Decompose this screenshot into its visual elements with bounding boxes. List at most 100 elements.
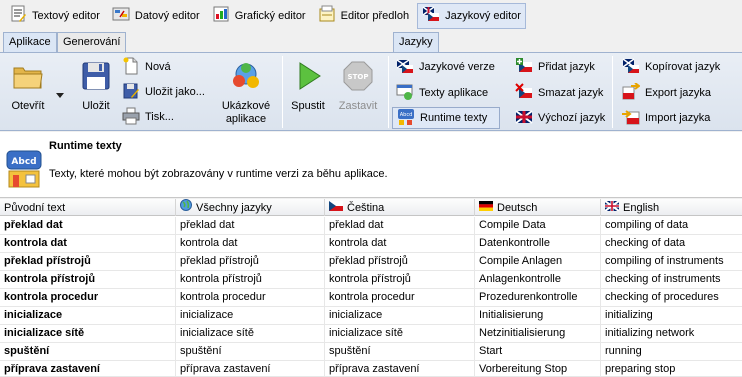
play-icon <box>291 59 325 97</box>
stop-button[interactable]: STOP Zastavit <box>335 59 381 113</box>
cell-english[interactable]: initializing <box>601 307 742 325</box>
cell-german[interactable]: Netzinitialisierung <box>475 325 601 343</box>
tab-text-editor[interactable]: Textový editor <box>5 3 104 29</box>
cell-german[interactable]: Vorbereitung Stop <box>475 361 601 377</box>
cell-all-languages[interactable]: inicializace sítě <box>176 325 325 343</box>
tab-template-editor[interactable]: Editor předloh <box>314 3 414 29</box>
uk-flag-icon <box>604 199 620 216</box>
save-as-button[interactable]: Uložit jako... <box>122 81 205 103</box>
cell-czech[interactable]: kontrola procedur <box>325 289 475 307</box>
column-header-original[interactable]: Původní text <box>0 199 176 216</box>
app-texts-button[interactable]: Texty aplikace <box>396 82 488 104</box>
cell-all-languages[interactable]: kontrola přístrojů <box>176 271 325 289</box>
cell-czech[interactable]: kontrola přístrojů <box>325 271 475 289</box>
default-language-label: Výchozí jazyk <box>538 112 606 124</box>
table-row[interactable]: kontrola přístrojů kontrola přístrojů ko… <box>0 271 742 289</box>
german-flag-icon <box>479 200 493 216</box>
table-row[interactable]: spuštění spuštění spuštění Start running <box>0 343 742 361</box>
cell-german[interactable]: Anlagenkontrolle <box>475 271 601 289</box>
table-row[interactable]: překlad dat překlad dat překlad dat Comp… <box>0 217 742 235</box>
cell-english[interactable]: compiling of data <box>601 217 742 235</box>
delete-language-button[interactable]: Smazat jazyk <box>515 82 603 104</box>
add-language-button[interactable]: Přidat jazyk <box>515 56 595 78</box>
cell-german[interactable]: Start <box>475 343 601 361</box>
default-language-button[interactable]: Výchozí jazyk <box>515 107 605 129</box>
table-row[interactable]: kontrola dat kontrola dat kontrola dat D… <box>0 235 742 253</box>
run-button[interactable]: Spustit <box>288 59 328 113</box>
cell-czech[interactable]: inicializace sítě <box>325 325 475 343</box>
print-button[interactable]: Tisk... <box>122 106 174 128</box>
cell-original[interactable]: kontrola procedur <box>0 289 176 307</box>
cell-original[interactable]: spuštění <box>0 343 176 361</box>
cell-czech[interactable]: příprava zastavení <box>325 361 475 377</box>
save-button[interactable]: Uložit <box>74 59 118 113</box>
table-row[interactable]: překlad přístrojů překlad přístrojů přek… <box>0 253 742 271</box>
export-language-button[interactable]: Export jazyka <box>622 81 712 104</box>
cell-original[interactable]: kontrola přístrojů <box>0 271 176 289</box>
ribbon-separator <box>282 56 283 128</box>
cell-czech[interactable]: spuštění <box>325 343 475 361</box>
cell-english[interactable]: checking of data <box>601 235 742 253</box>
cell-original[interactable]: inicializace sítě <box>0 325 176 343</box>
cell-german[interactable]: Initialisierung <box>475 307 601 325</box>
cell-all-languages[interactable]: kontrola dat <box>176 235 325 253</box>
table-row[interactable]: inicializace sítě inicializace sítě inic… <box>0 325 742 343</box>
cell-all-languages[interactable]: překlad dat <box>176 217 325 235</box>
column-header-label: English <box>623 201 660 214</box>
cell-original[interactable]: inicializace <box>0 307 176 325</box>
column-header-label: Čeština <box>347 201 385 214</box>
cell-czech[interactable]: inicializace <box>325 307 475 325</box>
tab-aplikace[interactable]: Aplikace <box>3 32 57 52</box>
cell-english[interactable]: checking of instruments <box>601 271 742 289</box>
export-language-label: Export jazyka <box>645 87 712 99</box>
column-header-czech[interactable]: Čeština <box>325 199 475 216</box>
text-editor-icon <box>9 5 27 26</box>
cell-all-languages[interactable]: příprava zastavení <box>176 361 325 377</box>
cell-english[interactable]: running <box>601 343 742 361</box>
cell-german[interactable]: Compile Data <box>475 217 601 235</box>
tab-graphic-editor[interactable]: Grafický editor <box>208 3 310 29</box>
cell-original[interactable]: příprava zastavení <box>0 361 176 377</box>
new-document-icon <box>122 57 140 78</box>
table-row[interactable]: inicializace inicializace inicializace I… <box>0 307 742 325</box>
tab-generovani[interactable]: Generování <box>57 32 127 52</box>
cell-english[interactable]: initializing network <box>601 325 742 343</box>
table-row[interactable]: kontrola procedur kontrola procedur kont… <box>0 289 742 307</box>
cell-english[interactable]: preparing stop <box>601 361 742 377</box>
tab-jazyky[interactable]: Jazyky <box>393 32 439 52</box>
cell-czech[interactable]: kontrola dat <box>325 235 475 253</box>
new-button[interactable]: Nová <box>122 56 171 78</box>
import-language-button[interactable]: Import jazyka <box>622 107 710 129</box>
tab-data-editor[interactable]: Datový editor <box>108 3 204 29</box>
cell-german[interactable]: Datenkontrolle <box>475 235 601 253</box>
cell-all-languages[interactable]: inicializace <box>176 307 325 325</box>
printer-icon <box>122 107 140 128</box>
runtime-texts-button[interactable]: Abcd Runtime texty <box>392 107 500 129</box>
open-button[interactable]: Otevřít <box>6 59 50 113</box>
table-row[interactable]: příprava zastavení příprava zastavení př… <box>0 361 742 377</box>
sample-apps-button[interactable]: Ukázkové aplikace <box>216 59 276 126</box>
cell-czech[interactable]: překlad dat <box>325 217 475 235</box>
cell-all-languages[interactable]: kontrola procedur <box>176 289 325 307</box>
cell-czech[interactable]: překlad přístrojů <box>325 253 475 271</box>
cell-all-languages[interactable]: překlad přístrojů <box>176 253 325 271</box>
column-header-all-languages[interactable]: Všechny jazyky <box>176 199 325 216</box>
cell-german[interactable]: Compile Anlagen <box>475 253 601 271</box>
language-versions-icon <box>396 57 414 78</box>
sample-apps-label-line1: Ukázkové <box>221 100 271 112</box>
cell-english[interactable]: compiling of instruments <box>601 253 742 271</box>
column-header-english[interactable]: English <box>601 199 742 216</box>
cell-original[interactable]: kontrola dat <box>0 235 176 253</box>
cell-original[interactable]: překlad dat <box>0 217 176 235</box>
cell-all-languages[interactable]: spuštění <box>176 343 325 361</box>
cell-german[interactable]: Prozedurenkontrolle <box>475 289 601 307</box>
open-dropdown-arrow[interactable] <box>56 89 64 101</box>
copy-language-button[interactable]: Kopírovat jazyk <box>622 56 720 78</box>
language-versions-button[interactable]: Jazykové verze <box>396 56 495 78</box>
runtime-texts-info-icon: Abcd <box>6 150 42 191</box>
column-header-german[interactable]: Deutsch <box>475 199 601 216</box>
cell-english[interactable]: checking of procedures <box>601 289 742 307</box>
cell-original[interactable]: překlad přístrojů <box>0 253 176 271</box>
tab-language-editor[interactable]: Jazykový editor <box>417 2 526 29</box>
tab-label: Textový editor <box>32 9 100 22</box>
